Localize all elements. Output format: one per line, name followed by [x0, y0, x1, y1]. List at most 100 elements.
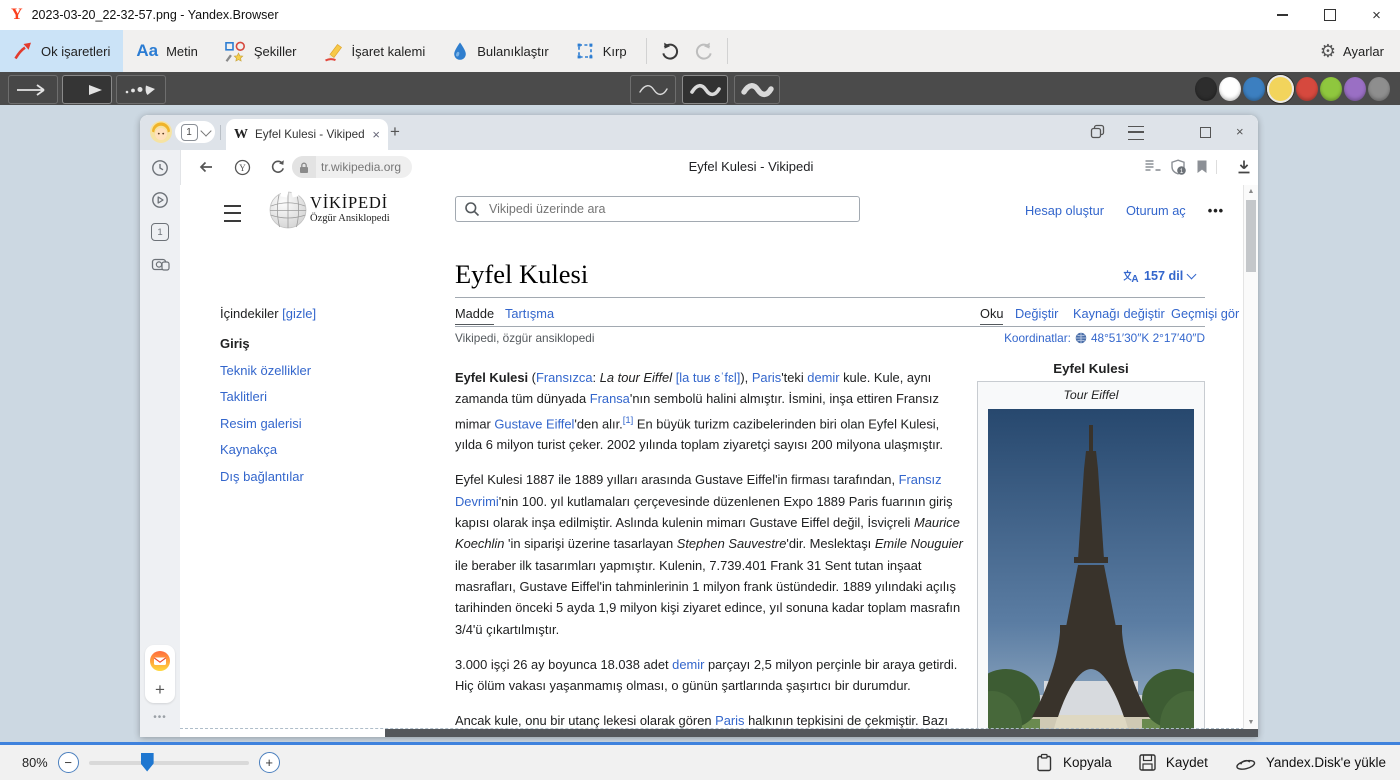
stroke-width-medium-button[interactable]	[682, 75, 728, 104]
tab-counter-button: 1	[175, 121, 215, 143]
statusbar-actions: Kopyala Kaydet Yandex.Disk'e yükle	[1035, 745, 1386, 780]
thin-wave-icon	[636, 81, 670, 99]
yandex-logo-icon: Y	[11, 7, 23, 23]
login-link: Oturum aç	[1126, 203, 1186, 218]
palette-color-7[interactable]	[1368, 77, 1390, 101]
browser-tabstrip: 1 W Eyfel Kulesi - Vikipedi × + ×	[140, 115, 1258, 150]
eiffel-tower-photo	[988, 409, 1194, 737]
tool-text[interactable]: Aa Metin	[123, 30, 211, 72]
tabstrip-divider	[220, 125, 221, 140]
redo-button[interactable]	[687, 34, 721, 68]
tab-title: Eyfel Kulesi - Vikipedi	[255, 128, 365, 141]
palette-color-2[interactable]	[1243, 77, 1265, 101]
window-close-button[interactable]: ×	[1353, 0, 1400, 30]
settings-button[interactable]: ⚙ Ayarlar	[1320, 42, 1400, 60]
tab-count: 1	[181, 124, 198, 141]
palette-color-5[interactable]	[1320, 77, 1342, 101]
article-body: Eyfel Kulesi (Fransızca: La tour Eiffel …	[455, 367, 968, 737]
zoom-in-button[interactable]: +	[259, 752, 280, 773]
url-text: tr.wikipedia.org	[316, 160, 401, 174]
window-maximize-button[interactable]	[1306, 0, 1353, 30]
table-of-contents: İçindekiler [gizle] GirişTeknik özellikl…	[220, 306, 400, 494]
tool-shapes[interactable]: Şekiller	[211, 30, 310, 72]
palette-color-0[interactable]	[1195, 77, 1217, 101]
arrow-style-bold-button[interactable]	[62, 75, 112, 104]
screenshot-image[interactable]: 1 W Eyfel Kulesi - Vikipedi × + ×	[140, 115, 1258, 737]
yandex-zen-icon: Y	[234, 159, 251, 176]
stroke-width-thick-button[interactable]	[734, 75, 780, 104]
article-paragraph: Eyfel Kulesi 1887 ile 1889 yılları arası…	[455, 469, 968, 639]
address-bar: tr.wikipedia.org	[292, 156, 412, 178]
sidebar-add-icon: +	[155, 681, 165, 698]
tool-marker[interactable]: İşaret kalemi	[310, 30, 439, 72]
browser-navbar: Y tr.wikipedia.org Eyfel Kulesi - Vikipe…	[180, 150, 1258, 186]
navbar-divider	[1216, 160, 1217, 174]
tab-read: Oku	[980, 306, 1003, 325]
tab-close-icon: ×	[372, 128, 380, 141]
tool-crop[interactable]: Kırp	[562, 30, 640, 72]
wiki-search-box	[455, 196, 860, 222]
text-tool-icon: Aa	[136, 41, 158, 61]
undo-button[interactable]	[653, 34, 687, 68]
chevron-down-icon	[200, 125, 211, 136]
tool-blur[interactable]: Bulanıklaştır	[438, 30, 562, 72]
tab-history: Geçmişi gör	[1171, 306, 1239, 321]
zoom-slider[interactable]	[89, 761, 249, 765]
crop-tool-icon	[575, 41, 595, 61]
palette-color-6[interactable]	[1344, 77, 1366, 101]
palette-color-3[interactable]	[1267, 75, 1294, 103]
wikipedia-page: VİKİPEDİ Özgür Ansiklopedi Hesap oluştur…	[180, 185, 1244, 737]
thin-arrow-icon	[14, 81, 52, 99]
article-title: Eyfel Kulesi	[455, 259, 588, 290]
svg-text:Y: Y	[239, 163, 246, 173]
palette-color-4[interactable]	[1296, 77, 1318, 101]
shield-badge: 1	[1180, 168, 1184, 175]
toc-list: GirişTeknik özelliklerTaklitleriResim ga…	[220, 335, 400, 485]
browser-sidebar: 1 + •••	[140, 150, 181, 737]
yandex-mail-icon	[149, 650, 171, 672]
translate-icon: A	[1122, 269, 1139, 283]
palette-color-1[interactable]	[1219, 77, 1241, 101]
reader-mode-icon	[1144, 159, 1162, 174]
toc-hide-link: [gizle]	[282, 306, 316, 321]
search-icon	[456, 201, 487, 217]
tab-edit: Değiştir	[1015, 306, 1058, 321]
window-minimize-button[interactable]	[1259, 0, 1306, 30]
zoom-controls: 80% − +	[22, 745, 280, 780]
lock-icon	[298, 161, 310, 174]
close-icon: ×	[1372, 8, 1381, 23]
blur-tool-icon	[451, 41, 469, 61]
arrow-style-dotted-button[interactable]	[116, 75, 166, 104]
profile-avatar	[150, 121, 172, 143]
tool-arrows[interactable]: Ok işaretleri	[0, 30, 123, 72]
medium-wave-icon	[688, 81, 722, 99]
toc-item: Kaynakça	[220, 441, 400, 458]
sidebar-tab-counter: 1	[151, 223, 169, 241]
page-title-center: Eyfel Kulesi - Vikipedi	[640, 159, 862, 174]
coordinates: Koordinatlar: 48°51′30″K 2°17′40″D	[1004, 331, 1205, 345]
stroke-width-thin-button[interactable]	[630, 75, 676, 104]
arrow-tool-icon	[13, 41, 33, 61]
play-icon	[151, 191, 169, 209]
minimize-icon	[1277, 14, 1288, 15]
zoom-out-button[interactable]: −	[58, 752, 79, 773]
language-selector: A 157 dil	[1122, 269, 1195, 283]
shapes-tool-icon	[224, 41, 246, 62]
back-icon	[198, 159, 214, 175]
arrow-style-thin-button[interactable]	[8, 75, 58, 104]
tab-talk: Tartışma	[505, 306, 554, 321]
article-paragraph: 3.000 işçi 26 ay boyunca 18.038 adet dem…	[455, 654, 968, 697]
upload-disk-button[interactable]: Yandex.Disk'e yükle	[1234, 753, 1386, 772]
page-scrollbar[interactable]: ▲ ▼	[1243, 185, 1258, 737]
toc-item: Dış bağlantılar	[220, 468, 400, 485]
scroll-down-icon: ▼	[1244, 719, 1258, 726]
window-controls: ×	[1259, 0, 1400, 30]
save-button[interactable]: Kaydet	[1138, 753, 1208, 772]
browser-menu-icon	[1128, 126, 1144, 140]
tab-edit-source: Kaynağı değiştir	[1073, 306, 1165, 321]
infobox-subtitle: Tour Eiffel	[978, 388, 1204, 402]
editor-canvas[interactable]: 1 W Eyfel Kulesi - Vikipedi × + ×	[0, 105, 1400, 742]
copy-button[interactable]: Kopyala	[1035, 753, 1112, 772]
zoom-slider-handle[interactable]	[141, 753, 154, 772]
editor-toolbar: Ok işaretleri Aa Metin Şekiller İşaret k…	[0, 30, 1400, 72]
